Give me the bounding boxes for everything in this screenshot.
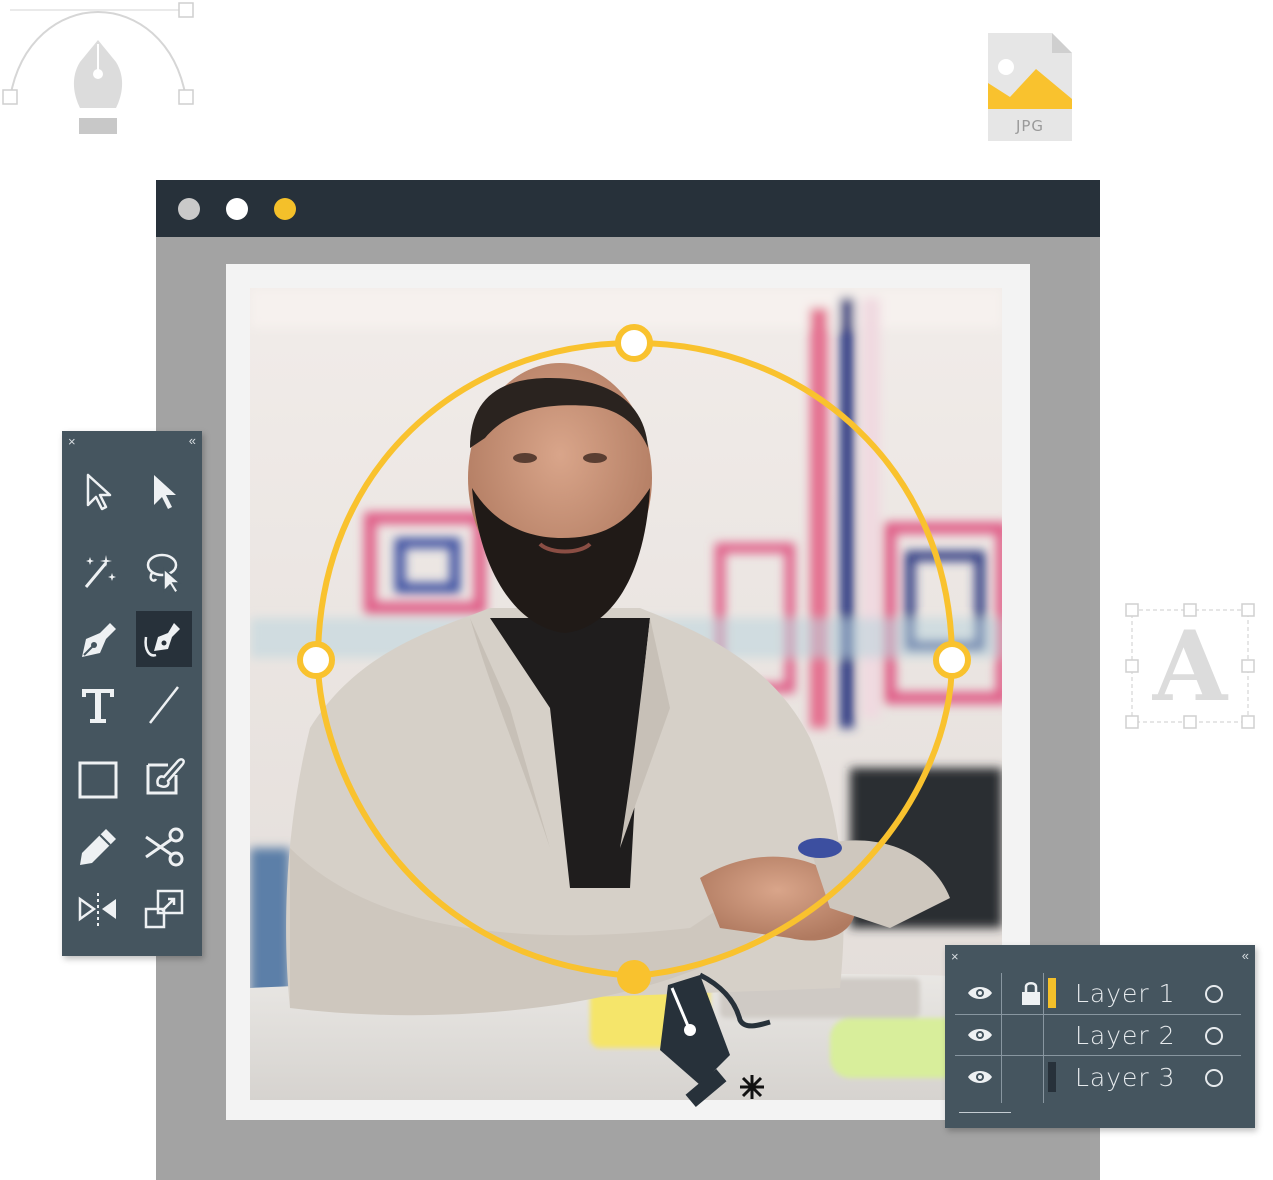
anchor-point-top[interactable] [615,324,653,362]
layer-row-1[interactable]: Layer 1 [955,972,1241,1014]
direct-selection-tool[interactable] [136,463,192,519]
layer-name: Layer 3 [1075,1063,1176,1092]
layer-color-swatch [1048,1062,1056,1092]
anchor-point-left[interactable] [297,641,335,679]
arrow-solid-icon [154,475,176,509]
scale-icon [144,889,184,929]
layer-target-icon[interactable] [1205,1027,1223,1045]
layer-color-swatch [1048,978,1056,1008]
paintbrush-tool[interactable] [136,747,192,803]
layer-target-icon[interactable] [1205,985,1223,1003]
layers-panel-close-button[interactable]: × [951,950,959,963]
type-icon [82,689,114,723]
eye-icon[interactable] [967,984,993,1002]
anchor-point-bottom-selected[interactable] [617,960,651,994]
line-icon [149,686,179,724]
lock-icon[interactable] [1021,980,1041,1006]
arrow-outline-icon [86,473,112,511]
lasso-icon [146,553,182,593]
curvature-tool[interactable] [136,611,192,667]
tools-panel-collapse-button[interactable]: « [189,434,196,447]
pencil-tool[interactable] [70,819,126,875]
pen-tool[interactable] [70,611,126,667]
tools-panel-close-button[interactable]: × [68,435,76,448]
scissors-icon [145,827,184,867]
pencil-icon [80,829,116,865]
anchor-point-right[interactable] [933,641,971,679]
layer-name: Layer 2 [1075,1021,1176,1050]
lasso-tool[interactable] [136,543,192,599]
paintbrush-icon [146,758,185,795]
scale-tool[interactable] [136,881,192,937]
layer-row-3[interactable]: Layer 3 [955,1056,1241,1098]
reflect-tool[interactable] [70,881,126,937]
rectangle-icon [78,761,118,799]
layers-panel-collapse-button[interactable]: « [1242,949,1249,962]
tools-panel: × « [62,431,202,956]
layer-row-2[interactable]: Layer 2 [955,1014,1241,1056]
layer-target-icon[interactable] [1205,1069,1223,1087]
eye-icon[interactable] [967,1068,993,1086]
layer-name: Layer 1 [1075,979,1176,1008]
magic-wand-tool[interactable] [70,543,126,599]
magic-wand-icon [84,555,116,588]
type-tool[interactable] [70,677,126,733]
rectangle-tool[interactable] [70,751,126,807]
eye-icon[interactable] [967,1026,993,1044]
layers-panel: × « Layer 1 Layer 2 Layer 3 [945,945,1255,1128]
pen-cursor-icon [660,972,771,1107]
selection-tool[interactable] [70,463,126,519]
line-tool[interactable] [136,677,192,733]
reflect-icon [78,893,116,927]
pen-nib-icon [82,623,116,657]
curve-path[interactable] [314,339,956,979]
layers-footer-line [959,1112,1011,1113]
curvature-pen-icon [144,623,180,657]
scissors-tool[interactable] [136,819,192,875]
